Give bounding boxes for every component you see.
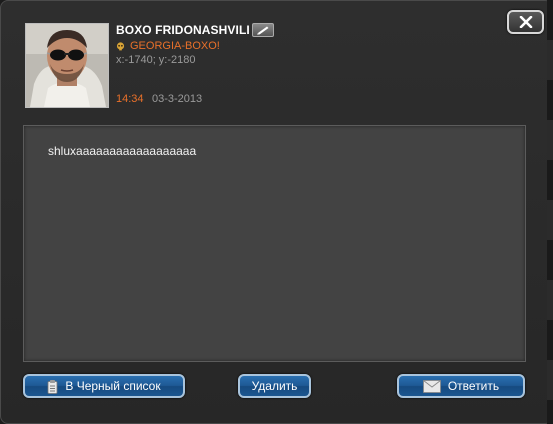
delete-button-label: Удалить [251,379,298,393]
close-button[interactable] [507,10,544,34]
envelope-icon [422,379,441,393]
close-icon [519,16,532,28]
reply-button[interactable]: Ответить [397,374,525,398]
clipboard-icon [47,379,58,394]
message-dialog: BOXO FRIDONASHVILI GEORGIA-BOXO! x:-1740… [0,0,553,424]
blacklist-button-label: В Черный список [65,379,161,393]
delete-button[interactable]: Удалить [238,374,311,398]
background-edge [547,0,553,424]
sender-alliance[interactable]: GEORGIA-BOXO! [116,40,220,52]
sender-avatar[interactable] [25,23,109,108]
sender-coords[interactable]: x:-1740; y:-2180 [116,54,196,66]
blacklist-button[interactable]: В Черный список [23,374,185,398]
message-date: 03-3-2013 [152,93,203,105]
reply-button-label: Ответить [447,379,500,393]
edit-button[interactable] [252,23,274,37]
message-body-text: shluxaaaaaaaaaaaaaaaaaa [48,144,197,158]
message-body-panel: shluxaaaaaaaaaaaaaaaaaa [23,125,526,362]
sender-name[interactable]: BOXO FRIDONASHVILI [116,23,250,37]
pencil-icon [257,26,269,35]
alliance-name: GEORGIA-BOXO! [130,40,220,52]
skull-icon [116,41,125,50]
message-time: 14:34 [116,93,144,105]
